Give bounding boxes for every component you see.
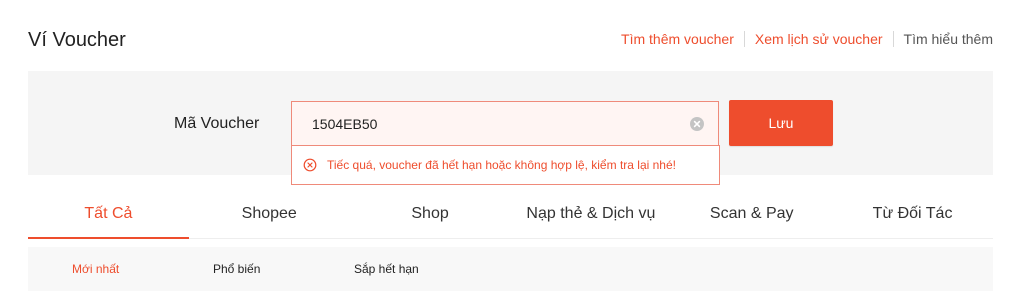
filter-popular[interactable]: Phổ biến (213, 247, 260, 291)
save-button[interactable]: Lưu (729, 100, 833, 146)
clear-circle-icon[interactable] (690, 117, 704, 131)
tab-shopee[interactable]: Shopee (189, 190, 350, 238)
link-divider (743, 31, 745, 47)
tab-scan-pay[interactable]: Scan & Pay (671, 190, 832, 238)
link-divider (892, 31, 894, 47)
filter-expiring-soon[interactable]: Sắp hết hạn (354, 247, 419, 291)
tab-topup-services[interactable]: Nạp thẻ & Dịch vụ (510, 190, 671, 238)
page-header: Ví Voucher Tìm thêm voucher Xem lịch sử … (28, 0, 993, 70)
error-message-text: Tiếc quá, voucher đã hết hạn hoặc không … (327, 158, 676, 172)
tab-partners[interactable]: Từ Đối Tác (832, 190, 993, 238)
page-title: Ví Voucher (28, 29, 126, 51)
error-message-box: Tiếc quá, voucher đã hết hạn hoặc không … (291, 145, 720, 185)
voucher-wallet-card: Ví Voucher Tìm thêm voucher Xem lịch sử … (0, 0, 1024, 299)
voucher-tabs: Tất Cả Shopee Shop Nạp thẻ & Dịch vụ Sca… (28, 190, 993, 239)
filter-newest[interactable]: Mới nhất (72, 247, 119, 291)
voucher-redeem-panel: Mã Voucher Tiếc quá, voucher đã hết hạn … (28, 71, 993, 185)
error-circle-icon (303, 158, 317, 172)
voucher-code-input[interactable] (292, 102, 672, 145)
header-links: Tìm thêm voucher Xem lịch sử voucher Tìm… (621, 30, 993, 48)
voucher-history-link[interactable]: Xem lịch sử voucher (755, 31, 883, 47)
tab-shop[interactable]: Shop (350, 190, 511, 238)
tab-all[interactable]: Tất Cả (28, 190, 189, 239)
voucher-code-label: Mã Voucher (174, 115, 260, 132)
sort-filter-bar: Mới nhất Phổ biến Sắp hết hạn (28, 247, 993, 291)
voucher-code-field (291, 101, 719, 146)
find-more-vouchers-link[interactable]: Tìm thêm voucher (621, 31, 734, 47)
learn-more-link[interactable]: Tìm hiểu thêm (904, 31, 993, 47)
